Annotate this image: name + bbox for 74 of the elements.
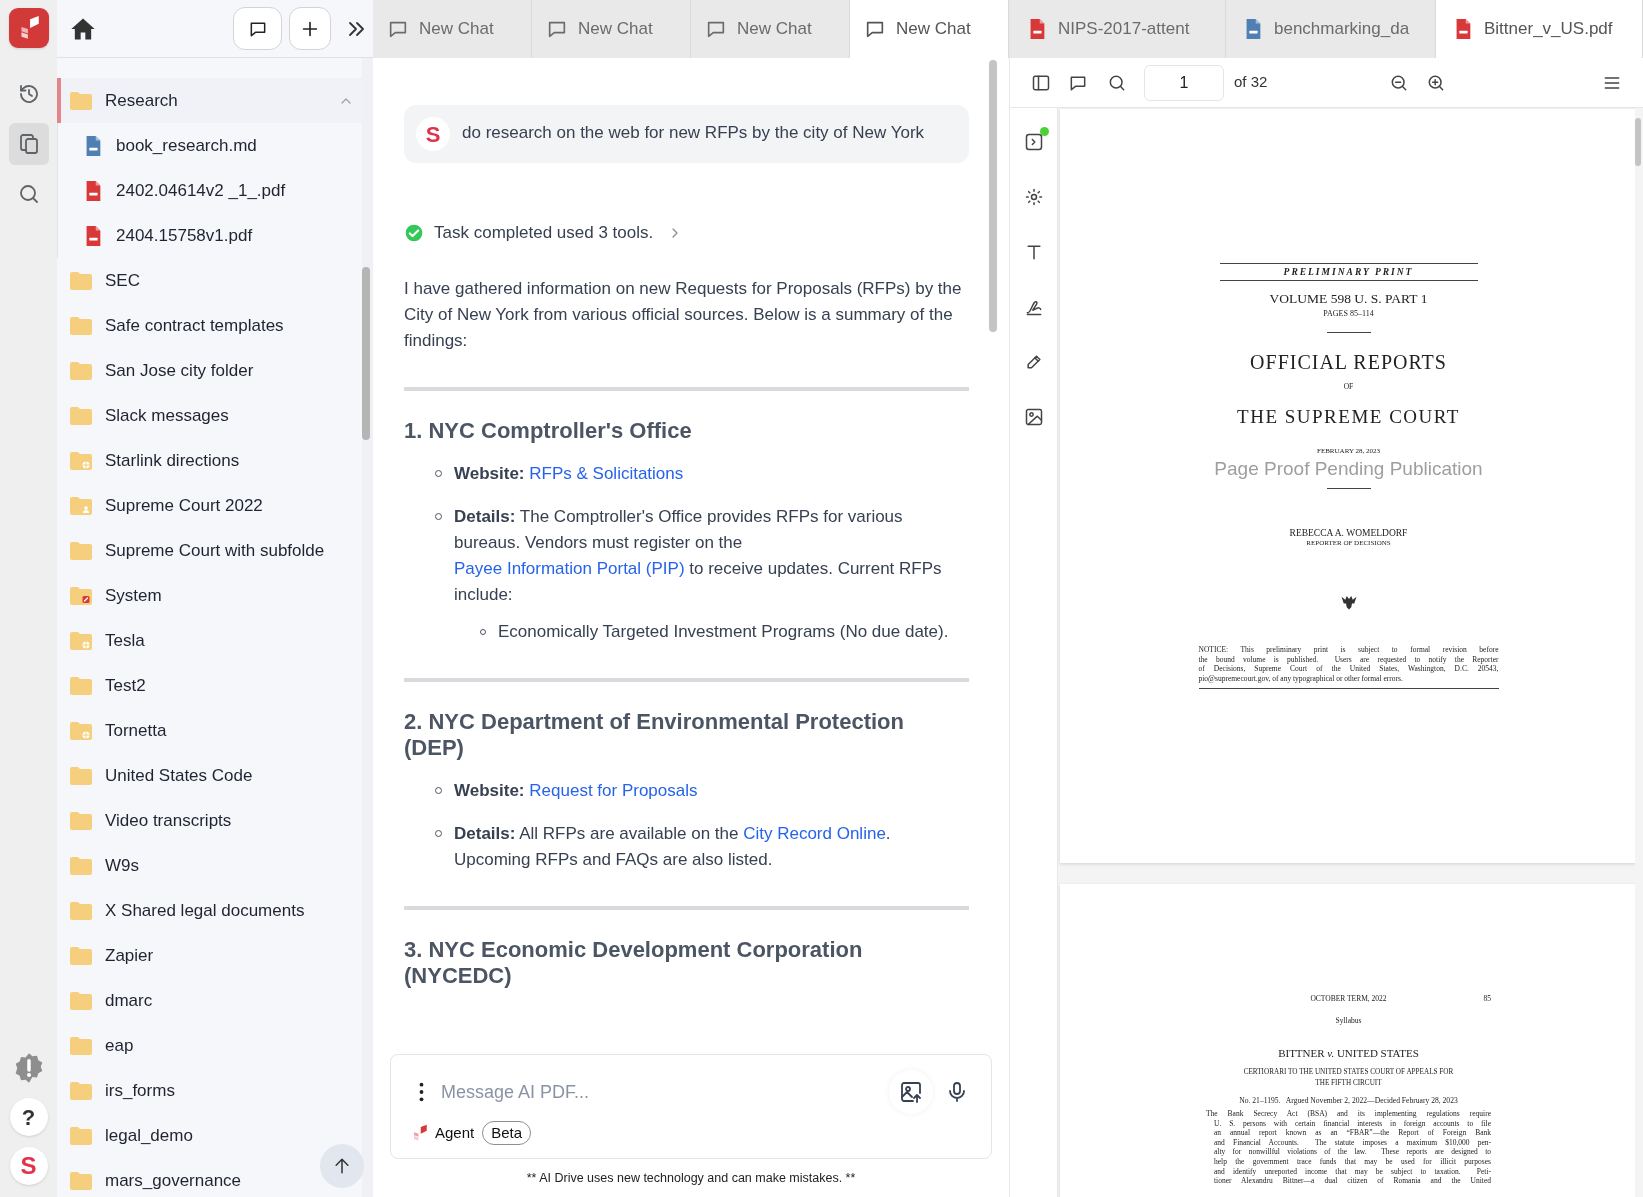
folder-item[interactable]: X Shared legal documents <box>57 888 317 933</box>
file-item[interactable]: 2402.04614v2 _1_.pdf <box>58 168 298 213</box>
file-item[interactable]: 2404.15758v1.pdf <box>58 213 265 258</box>
folder-item[interactable]: Tornetta <box>57 708 179 753</box>
message-field[interactable]: Message AI PDF... <box>441 1075 879 1109</box>
section-heading: 1. NYC Comptroller's Office <box>404 418 693 444</box>
scroll-top-button[interactable] <box>320 1144 364 1188</box>
bullet-text: Website: Request for Proposals <box>454 780 698 802</box>
watermark-text: Page Proof Pending Publication <box>1214 457 1483 481</box>
folder-item[interactable]: Supreme Court with subfolde <box>57 528 337 573</box>
document-text: PAGES 85–114 <box>1323 309 1374 319</box>
folder-item[interactable]: legal_demo <box>57 1113 205 1158</box>
link[interactable]: RFPs & Solicitations <box>529 464 684 483</box>
folder-item[interactable]: Safe contract templates <box>57 303 296 348</box>
chat-tab[interactable]: New Chat <box>850 0 1009 58</box>
folder-item[interactable]: System <box>57 573 174 618</box>
document-title: OFFICIAL REPORTS <box>1250 350 1447 374</box>
scrollbar-thumb[interactable] <box>989 60 997 332</box>
folder-item[interactable]: Starlink directions <box>57 438 252 483</box>
user-avatar: S <box>416 117 450 151</box>
image-upload-button[interactable] <box>889 1070 933 1114</box>
scrollbar-thumb[interactable] <box>1635 118 1641 166</box>
folder-item[interactable]: Test2 <box>57 663 158 708</box>
document-text: VOLUME 598 U. S. PART 1 <box>1269 291 1428 307</box>
terminal-icon <box>1023 132 1044 152</box>
folder-item[interactable]: United States Code <box>57 753 265 798</box>
folder-item[interactable]: Slack messages <box>57 393 241 438</box>
bullet-text: Details: All RFPs are available on the City Record Online. Upcoming RFPs and FAQs are also listed. <box>454 823 892 871</box>
folder-item[interactable]: Tesla <box>57 618 157 663</box>
answer-text: I have gathered information on new Requests for Proposals (RFPs) by the City of New York from various official sources. Below is a summary of the findings: <box>404 278 963 352</box>
image-upload-icon <box>899 1080 923 1104</box>
check-circle-icon <box>404 223 424 243</box>
app-logo[interactable] <box>8 8 49 48</box>
link[interactable]: Request for Proposals <box>529 781 698 800</box>
folder-item[interactable]: San Jose city folder <box>57 348 266 393</box>
user-avatar[interactable]: S <box>9 1147 48 1185</box>
document-title: THE SUPREME COURT <box>1237 405 1460 429</box>
new-chat-button[interactable] <box>233 7 282 50</box>
document-text: PRELIMINARY PRINT <box>1283 266 1414 279</box>
disclaimer-text: ** AI Drive uses new technology and can make mistakes. ** <box>525 1170 857 1187</box>
more-vertical-icon <box>418 1082 424 1102</box>
folder-item[interactable]: Video transcripts <box>57 798 244 843</box>
folder-item[interactable]: W9s <box>57 843 151 888</box>
folder-item[interactable]: SEC <box>57 258 152 303</box>
folder-item[interactable]: eap <box>57 1023 146 1068</box>
page-number-field[interactable]: 1 <box>1144 64 1224 101</box>
bullet-text: Website: RFPs & Solicitations <box>454 463 684 485</box>
image-icon <box>1023 407 1044 427</box>
link[interactable]: Payee Information Portal (PIP) <box>454 559 685 578</box>
file-item[interactable]: book_research.md <box>58 123 269 168</box>
folder-item[interactable]: mars_governance <box>57 1158 254 1197</box>
page-count: of 32 <box>1234 72 1268 93</box>
section-heading: 2. NYC Department of Environmental Protection (DEP) <box>404 709 905 761</box>
add-button[interactable] <box>289 7 331 50</box>
help-button[interactable]: ? <box>9 1098 48 1136</box>
bullet-text: Details: The Comptroller's Office provides RFPs for various bureaus. Vendors must register on the Payee Information Portal (PIP) to receive updates. Current RFPs include: <box>454 506 943 606</box>
folder-item[interactable]: dmarc <box>57 978 165 1023</box>
folder-item[interactable]: Supreme Court 2022 <box>57 483 275 528</box>
document-text: REBECCA A. WOMELDORF <box>1289 527 1408 539</box>
section-heading: 3. NYC Economic Development Corporation (NYCEDC) <box>404 937 864 989</box>
message-text: do research on the web for new RFPs by the city of New York <box>462 122 925 144</box>
folder-item[interactable]: irs_forms <box>57 1068 187 1113</box>
folder-item[interactable]: Zapier <box>57 933 166 978</box>
folder-item[interactable]: Research <box>57 78 362 123</box>
agent-label: Agent <box>435 1122 475 1143</box>
scrollbar-thumb[interactable] <box>362 267 370 440</box>
link[interactable]: City Record Online <box>743 824 886 843</box>
brightness-icon <box>1023 187 1044 207</box>
bullet-text: Economically Targeted Investment Programs (No due date). <box>498 621 949 643</box>
agent-logo-icon <box>411 1124 429 1142</box>
case-title: BITTNER v. UNITED STATES <box>1278 1046 1419 1060</box>
document-tab[interactable]: Bittner_v_US.pdf <box>1436 0 1643 58</box>
task-status-button[interactable]: Task completed used 3 tools. <box>404 220 684 246</box>
sidebar-tab[interactable] <box>8 123 49 165</box>
